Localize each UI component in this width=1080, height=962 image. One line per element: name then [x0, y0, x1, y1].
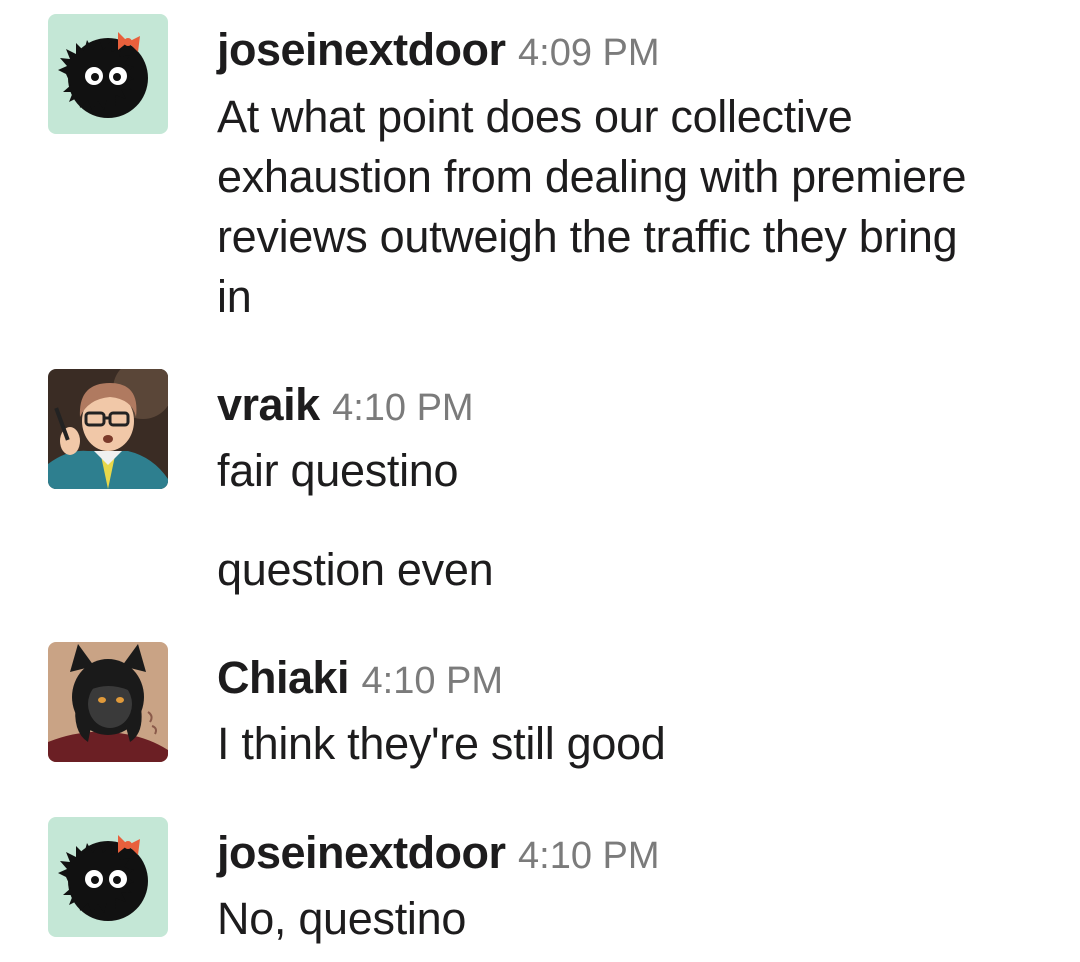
author-name[interactable]: joseinextdoor [217, 827, 506, 878]
author-name[interactable]: vraik [217, 379, 320, 430]
avatar[interactable] [48, 817, 168, 937]
message-header: Chiaki 4:10 PM [217, 655, 503, 700]
message-header: vraik 4:10 PM [217, 382, 474, 427]
soot-sprite-with-bow-icon [48, 817, 168, 937]
message-header: joseinextdoor 4:09 PM [217, 27, 660, 72]
author-name[interactable]: Chiaki [217, 652, 350, 703]
message-text: fair questino [217, 445, 459, 496]
timestamp[interactable]: 4:09 PM [518, 32, 660, 74]
message-text: No, questino [217, 893, 467, 944]
avatar[interactable] [48, 14, 168, 134]
avatar[interactable] [48, 642, 168, 762]
person-with-glasses-icon [48, 369, 168, 489]
soot-sprite-with-bow-icon [48, 14, 168, 134]
timestamp[interactable]: 4:10 PM [332, 387, 474, 429]
message-text: I think they're still good [217, 718, 666, 769]
dark-catgirl-icon [48, 642, 168, 762]
timestamp[interactable]: 4:10 PM [362, 660, 504, 702]
message-text: question even [217, 544, 494, 595]
author-name[interactable]: joseinextdoor [217, 24, 506, 75]
avatar[interactable] [48, 369, 168, 489]
message-header: joseinextdoor 4:10 PM [217, 830, 660, 875]
timestamp[interactable]: 4:10 PM [518, 835, 660, 877]
message-text: At what point does our collective exhaus… [217, 91, 967, 322]
